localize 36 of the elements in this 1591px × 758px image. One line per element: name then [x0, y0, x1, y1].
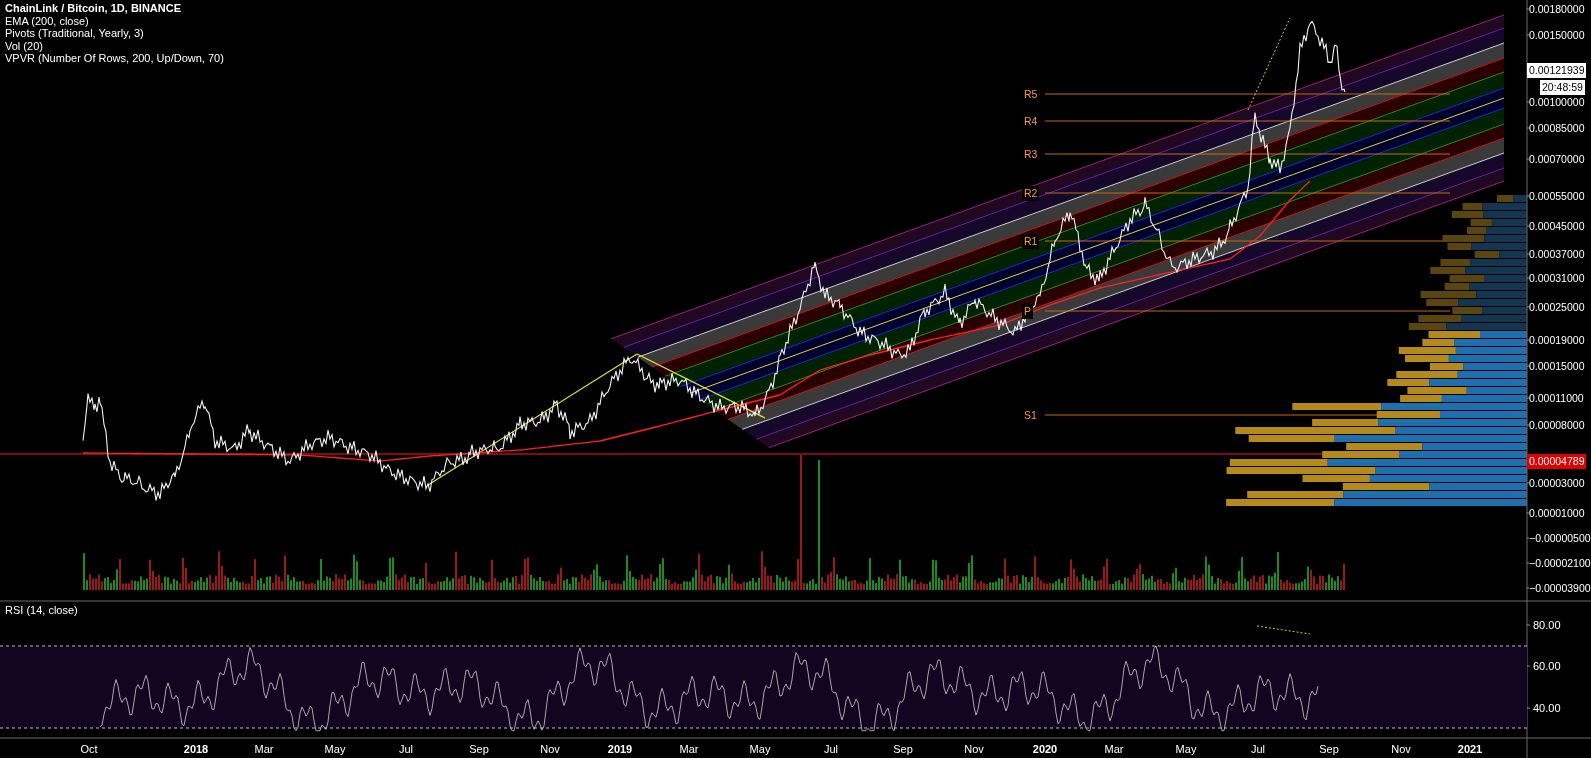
time-axis-label: May — [324, 743, 346, 757]
price-axis-label: 0.00180000 — [1529, 3, 1585, 16]
price-axis-label: −0.00003900 — [1529, 582, 1591, 595]
price-axis-label: −0.00002100 — [1529, 557, 1591, 570]
price-axis-label: 0.00031000 — [1529, 272, 1585, 285]
time-axis-label: Sep — [893, 743, 913, 757]
price-axis-label: 0.00003000 — [1529, 477, 1585, 490]
pivot-label: P — [1022, 304, 1033, 319]
price-axis-label: 0.00019000 — [1529, 334, 1585, 347]
rsi-legend: RSI (14, close) — [5, 604, 78, 618]
marker-price-badge: 0.00004789 — [1527, 454, 1587, 469]
time-axis-label: Sep — [1319, 743, 1339, 757]
last-price-badge: 0.00121939 — [1527, 63, 1587, 78]
price-axis-label: −0.00000500 — [1529, 532, 1591, 545]
divergence-line — [1256, 625, 1311, 635]
price-axis-label: 0.00025000 — [1529, 301, 1585, 314]
pivot-label: R1 — [1022, 234, 1040, 249]
indicator-label: Pivots (Traditional, Yearly, 3) — [5, 27, 144, 41]
chart-title: ChainLink / Bitcoin, 1D, BINANCE — [5, 2, 181, 16]
price-axis-label: 0.00150000 — [1529, 29, 1585, 42]
price-axis-label: 0.00085000 — [1529, 122, 1585, 135]
time-axis-label: May — [1175, 743, 1197, 757]
time-axis-label: Sep — [469, 743, 489, 757]
price-axis-label: 0.00100000 — [1529, 96, 1585, 109]
price-axis-label: 0.00070000 — [1529, 153, 1585, 166]
price-axis-label: 0.00055000 — [1529, 190, 1585, 203]
price-axis-label: 0.00045000 — [1529, 220, 1585, 233]
time-axis-label: May — [749, 743, 771, 757]
price-axis-label: 0.00015000 — [1529, 360, 1585, 373]
countdown-badge: 20:48:59 — [1540, 80, 1585, 95]
price-axis-label: 0.00008000 — [1529, 419, 1585, 432]
price-axis-label: 0.00011000 — [1529, 392, 1584, 405]
pivot-label: R2 — [1022, 186, 1040, 201]
price-axis-label: 0.00001000 — [1529, 507, 1585, 520]
price-axis-label: 0.00037000 — [1529, 248, 1585, 261]
indicator-label: VPVR (Number Of Rows, 200, Up/Down, 70) — [5, 52, 224, 66]
